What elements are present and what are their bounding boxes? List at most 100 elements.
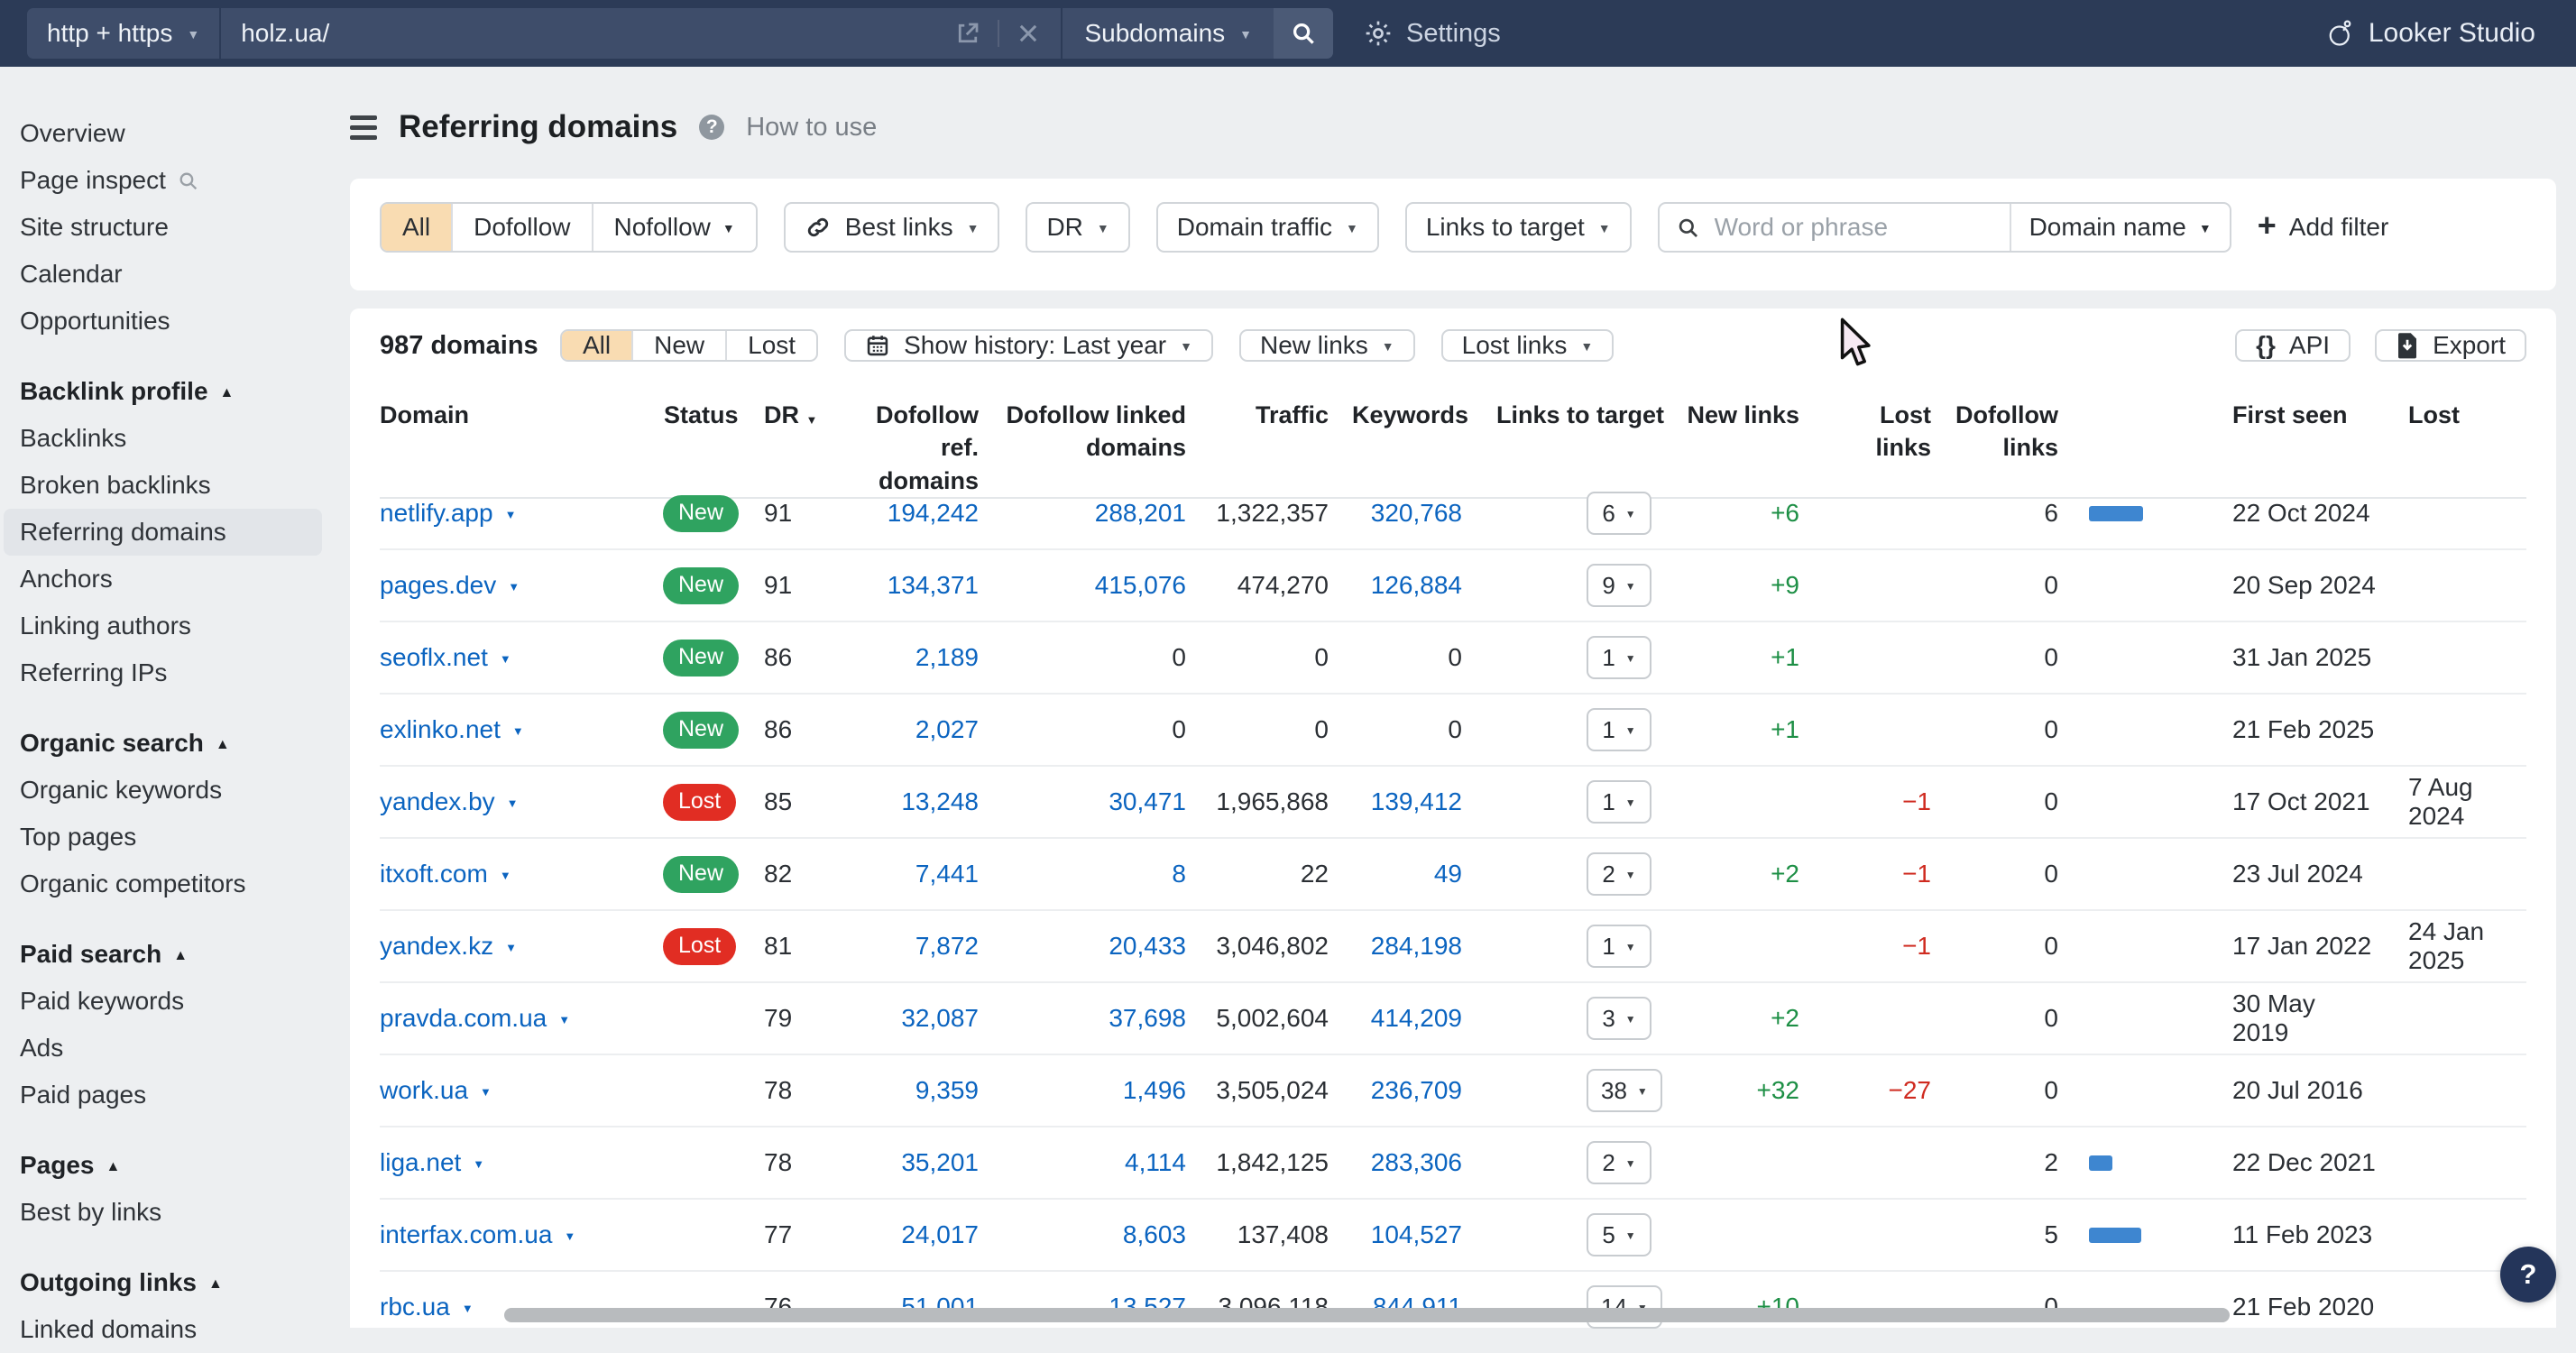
api-button[interactable]: {} API <box>2235 329 2351 362</box>
filter-all-tab[interactable]: All <box>382 204 451 251</box>
col-header-dofollow-linked[interactable]: Dofollow linked domains <box>1002 399 1210 465</box>
dofollow-ref-domains-link[interactable]: 7,872 <box>834 932 1002 961</box>
menu-icon[interactable] <box>350 115 377 140</box>
chevron-down-icon[interactable]: ▼ <box>500 870 511 881</box>
sidebar-item[interactable]: Backlinks <box>0 415 322 462</box>
lost-links-dropdown[interactable]: Lost links ▼ <box>1441 329 1615 362</box>
sidebar-item[interactable]: Top pages <box>0 814 322 861</box>
col-header-first-seen[interactable]: First seen <box>2182 399 2377 431</box>
dofollow-linked-domains-link[interactable]: 288,201 <box>1002 499 1210 528</box>
dofollow-ref-domains-link[interactable]: 2,189 <box>834 643 1002 672</box>
domain-link[interactable]: itxoft.com ▼ <box>380 860 659 888</box>
sidebar-item[interactable]: Opportunities <box>0 298 322 345</box>
keywords-link[interactable]: 236,709 <box>1352 1076 1486 1105</box>
word-or-phrase-input[interactable]: Word or phrase <box>1660 204 2010 251</box>
dofollow-linked-domains-link[interactable]: 4,114 <box>1002 1148 1210 1177</box>
col-header-dofollow-links[interactable]: Dofollow links <box>1955 399 2182 465</box>
keywords-link[interactable]: 320,768 <box>1352 499 1486 528</box>
external-link-icon[interactable] <box>954 20 981 47</box>
keywords-link[interactable]: 284,198 <box>1352 932 1486 961</box>
sidebar-item[interactable]: Referring IPs <box>0 649 322 696</box>
status-new-tab[interactable]: New <box>631 331 725 360</box>
col-header-lost-links[interactable]: Lost links <box>1823 399 1955 465</box>
col-header-links-to-target[interactable]: Links to target <box>1486 399 1686 431</box>
dofollow-ref-domains-link[interactable]: 194,242 <box>834 499 1002 528</box>
links-to-target-select[interactable]: 6 ▼ <box>1587 492 1651 535</box>
chevron-down-icon[interactable]: ▼ <box>480 1086 492 1098</box>
sidebar-item[interactable]: Ads <box>0 1025 322 1072</box>
looker-studio-button[interactable]: Looker Studio <box>2327 0 2535 67</box>
domain-link[interactable]: seoflx.net ▼ <box>380 643 659 672</box>
new-links-dropdown[interactable]: New links ▼ <box>1239 329 1415 362</box>
sidebar-section-header[interactable]: Pages ▲ <box>0 1142 322 1189</box>
search-mode-dropdown[interactable]: Domain name ▼ <box>2010 204 2230 251</box>
keywords-link[interactable]: 49 <box>1352 860 1486 888</box>
links-to-target-select[interactable]: 9 ▼ <box>1587 564 1651 607</box>
settings-button[interactable]: Settings <box>1364 0 1501 67</box>
chevron-down-icon[interactable]: ▼ <box>564 1230 575 1242</box>
links-to-target-select[interactable]: 1 ▼ <box>1587 780 1651 824</box>
sidebar-item[interactable]: Organic keywords <box>0 767 322 814</box>
help-circle-icon[interactable]: ? <box>699 115 724 140</box>
sidebar-section-header[interactable]: Paid search ▲ <box>0 931 322 978</box>
keywords-link[interactable]: 0 <box>1352 715 1486 744</box>
keywords-link[interactable]: 139,412 <box>1352 787 1486 816</box>
chevron-down-icon[interactable]: ▼ <box>507 797 519 809</box>
links-to-target-select[interactable]: 38 ▼ <box>1587 1069 1662 1112</box>
sidebar-item[interactable]: Paid keywords <box>0 978 322 1025</box>
domain-link[interactable]: pravda.com.ua ▼ <box>380 1004 659 1033</box>
dofollow-ref-domains-link[interactable]: 24,017 <box>834 1220 1002 1249</box>
dofollow-linked-domains-link[interactable]: 37,698 <box>1002 1004 1210 1033</box>
protocol-dropdown[interactable]: http + https ▼ <box>27 8 219 59</box>
chevron-down-icon[interactable]: ▼ <box>505 509 517 520</box>
keywords-link[interactable]: 104,527 <box>1352 1220 1486 1249</box>
domain-link[interactable]: pages.dev ▼ <box>380 571 659 600</box>
dofollow-ref-domains-link[interactable]: 2,027 <box>834 715 1002 744</box>
dofollow-linked-domains-link[interactable]: 20,433 <box>1002 932 1210 961</box>
domain-link[interactable]: yandex.kz ▼ <box>380 932 659 961</box>
dofollow-ref-domains-link[interactable]: 13,248 <box>834 787 1002 816</box>
links-to-target-select[interactable]: 2 ▼ <box>1587 852 1651 896</box>
url-input[interactable]: holz.ua/ <box>221 8 1061 59</box>
dofollow-ref-domains-link[interactable]: 35,201 <box>834 1148 1002 1177</box>
dofollow-ref-domains-link[interactable]: 134,371 <box>834 571 1002 600</box>
domain-link[interactable]: interfax.com.ua ▼ <box>380 1220 659 1249</box>
domain-link[interactable]: work.ua ▼ <box>380 1076 659 1105</box>
sidebar-item[interactable]: Best by links <box>0 1189 322 1236</box>
filter-nofollow-tab[interactable]: Nofollow▼ <box>592 204 756 251</box>
dofollow-linked-domains-link[interactable]: 0 <box>1002 643 1210 672</box>
add-filter-button[interactable]: + Add filter <box>2258 202 2389 253</box>
sidebar-item[interactable]: Broken backlinks <box>0 462 322 509</box>
chevron-down-icon[interactable]: ▼ <box>500 653 511 665</box>
sidebar-item[interactable]: Anchors <box>0 556 322 603</box>
mode-dropdown[interactable]: Subdomains ▼ <box>1063 8 1274 59</box>
col-header-status[interactable]: Status <box>659 399 757 431</box>
chevron-down-icon[interactable]: ▼ <box>505 942 517 953</box>
dofollow-ref-domains-link[interactable]: 32,087 <box>834 1004 1002 1033</box>
col-header-dr[interactable]: DR ▼ <box>757 399 834 431</box>
horizontal-scrollbar[interactable] <box>504 1308 2230 1322</box>
col-header-domain[interactable]: Domain <box>380 399 659 431</box>
keywords-link[interactable]: 414,209 <box>1352 1004 1486 1033</box>
links-to-target-select[interactable]: 2 ▼ <box>1587 1141 1651 1184</box>
dr-filter-button[interactable]: DR ▼ <box>1026 202 1129 253</box>
sidebar-item[interactable]: Overview <box>0 110 322 157</box>
domain-link[interactable]: yandex.by ▼ <box>380 787 659 816</box>
filter-dofollow-tab[interactable]: Dofollow <box>451 204 591 251</box>
col-header-traffic[interactable]: Traffic <box>1210 399 1352 431</box>
domain-link[interactable]: netlify.app ▼ <box>380 499 659 528</box>
chevron-down-icon[interactable]: ▼ <box>512 725 524 737</box>
sidebar-item[interactable]: Linking authors <box>0 603 322 649</box>
links-to-target-select[interactable]: 3 ▼ <box>1587 997 1651 1040</box>
export-button[interactable]: Export <box>2375 329 2526 362</box>
clear-url-icon[interactable] <box>1016 21 1041 46</box>
sidebar-item[interactable]: Site structure <box>0 204 322 251</box>
sidebar-item[interactable]: Calendar <box>0 251 322 298</box>
keywords-link[interactable]: 126,884 <box>1352 571 1486 600</box>
domain-traffic-filter-button[interactable]: Domain traffic ▼ <box>1156 202 1379 253</box>
dofollow-linked-domains-link[interactable]: 415,076 <box>1002 571 1210 600</box>
domain-link[interactable]: exlinko.net ▼ <box>380 715 659 744</box>
chevron-down-icon[interactable]: ▼ <box>558 1014 570 1026</box>
dofollow-linked-domains-link[interactable]: 8,603 <box>1002 1220 1210 1249</box>
dofollow-linked-domains-link[interactable]: 8 <box>1002 860 1210 888</box>
